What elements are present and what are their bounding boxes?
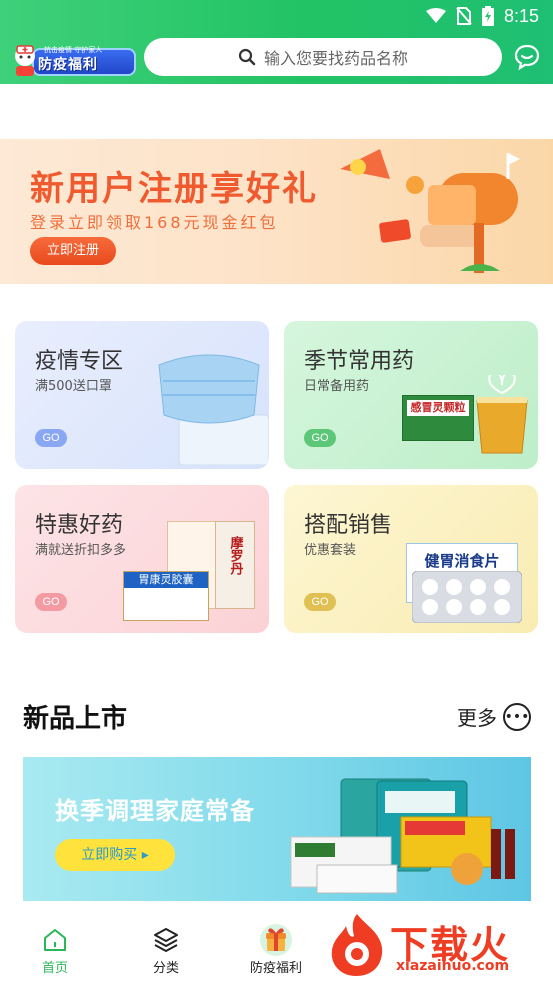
- app-screen: 8:15 抗击疫情 守护家人 防疫福利 输入您要找药品名称 新用户注册享好礼 登…: [0, 0, 553, 983]
- banner-subtitle: 登录立即领取168元现金红包: [30, 213, 279, 232]
- go-button[interactable]: GO: [35, 593, 67, 611]
- register-button[interactable]: 立即注册: [30, 237, 116, 265]
- medicine-box-image: 感冒灵颗粒: [402, 395, 474, 441]
- message-icon[interactable]: [513, 43, 541, 71]
- category-card-bundle[interactable]: 搭配销售 优惠套装 GO 健胃消食片: [284, 485, 538, 633]
- badge-label: 防疫福利: [38, 57, 98, 73]
- buy-now-button[interactable]: 立即购买 ▸: [55, 839, 175, 871]
- category-title: 疫情专区: [35, 349, 124, 374]
- category-card-epidemic[interactable]: 疫情专区 满500送口罩 GO: [15, 321, 269, 469]
- home-icon: [44, 929, 66, 951]
- medicine-box-image: 摩罗丹: [215, 521, 255, 609]
- search-icon: [238, 48, 256, 66]
- category-title: 季节常用药: [304, 349, 415, 374]
- more-link[interactable]: 更多 •••: [457, 702, 531, 731]
- no-sim-icon: [456, 7, 472, 25]
- go-button[interactable]: GO: [304, 593, 336, 611]
- go-button[interactable]: GO: [304, 429, 336, 447]
- new-products-banner[interactable]: 换季调理家庭常备 立即购买 ▸: [23, 757, 531, 901]
- category-subtitle: 优惠套装: [304, 543, 357, 558]
- go-button[interactable]: GO: [35, 429, 67, 447]
- product-label: 胃康灵胶囊: [124, 572, 208, 588]
- battery-icon: [481, 6, 494, 26]
- product-label-2: 摩罗丹: [227, 536, 243, 575]
- face-mask-image: [158, 354, 269, 465]
- epidemic-welfare-badge[interactable]: 抗击疫情 守护家人 防疫福利: [10, 42, 136, 78]
- nav-label: 分类: [152, 961, 179, 976]
- medicine-box-image: 胃康灵胶囊: [123, 571, 209, 621]
- category-subtitle: 日常备用药: [304, 379, 370, 394]
- cup-of-tea-image: [476, 375, 528, 454]
- nav-category[interactable]: 分类: [131, 925, 201, 976]
- nav-label: 防疫福利: [249, 961, 302, 976]
- nav-home[interactable]: 首页: [20, 925, 90, 976]
- more-label: 更多: [457, 706, 497, 730]
- layers-icon: [154, 928, 178, 952]
- register-banner[interactable]: 新用户注册享好礼 登录立即领取168元现金红包 立即注册: [0, 139, 553, 284]
- category-subtitle: 满就送折扣多多: [35, 543, 127, 558]
- more-dots-icon: •••: [503, 702, 531, 731]
- top-header: 8:15 抗击疫情 守护家人 防疫福利 输入您要找药品名称: [0, 0, 553, 84]
- wifi-icon: [425, 8, 446, 23]
- category-card-seasonal[interactable]: 季节常用药 日常备用药 GO 感冒灵颗粒: [284, 321, 538, 469]
- category-title: 特惠好药: [35, 513, 124, 538]
- nurse-mascot-icon: [15, 45, 35, 76]
- product-label: 感冒灵颗粒: [407, 400, 469, 416]
- watermark-logo: 下载火 xiazaihuo.com: [326, 910, 548, 980]
- category-title: 搭配销售: [304, 513, 393, 538]
- search-input[interactable]: 输入您要找药品名称: [144, 38, 502, 76]
- medicine-products-image: [290, 778, 515, 894]
- search-placeholder: 输入您要找药品名称: [263, 49, 408, 68]
- gift-icon: [260, 924, 292, 956]
- category-card-discount[interactable]: 特惠好药 满就送折扣多多 GO 摩罗丹 胃康灵胶囊: [15, 485, 269, 633]
- nav-epidemic-welfare[interactable]: 防疫福利: [241, 924, 311, 976]
- category-subtitle: 满500送口罩: [35, 379, 112, 394]
- status-bar: 8:15: [425, 4, 539, 28]
- clock: 8:15: [503, 5, 539, 26]
- mailbox-illustration: [340, 149, 520, 273]
- flame-logo-icon: [331, 914, 383, 976]
- product-label: 健胃消食片: [424, 552, 500, 570]
- section-title-new-products: 新品上市: [23, 704, 128, 734]
- nav-label: 首页: [41, 961, 68, 976]
- watermark-url: xiazaihuo.com: [396, 958, 510, 974]
- blister-pack-image: [412, 571, 522, 623]
- banner-title: 新用户注册享好礼: [30, 169, 318, 209]
- promo-title: 换季调理家庭常备: [55, 797, 255, 825]
